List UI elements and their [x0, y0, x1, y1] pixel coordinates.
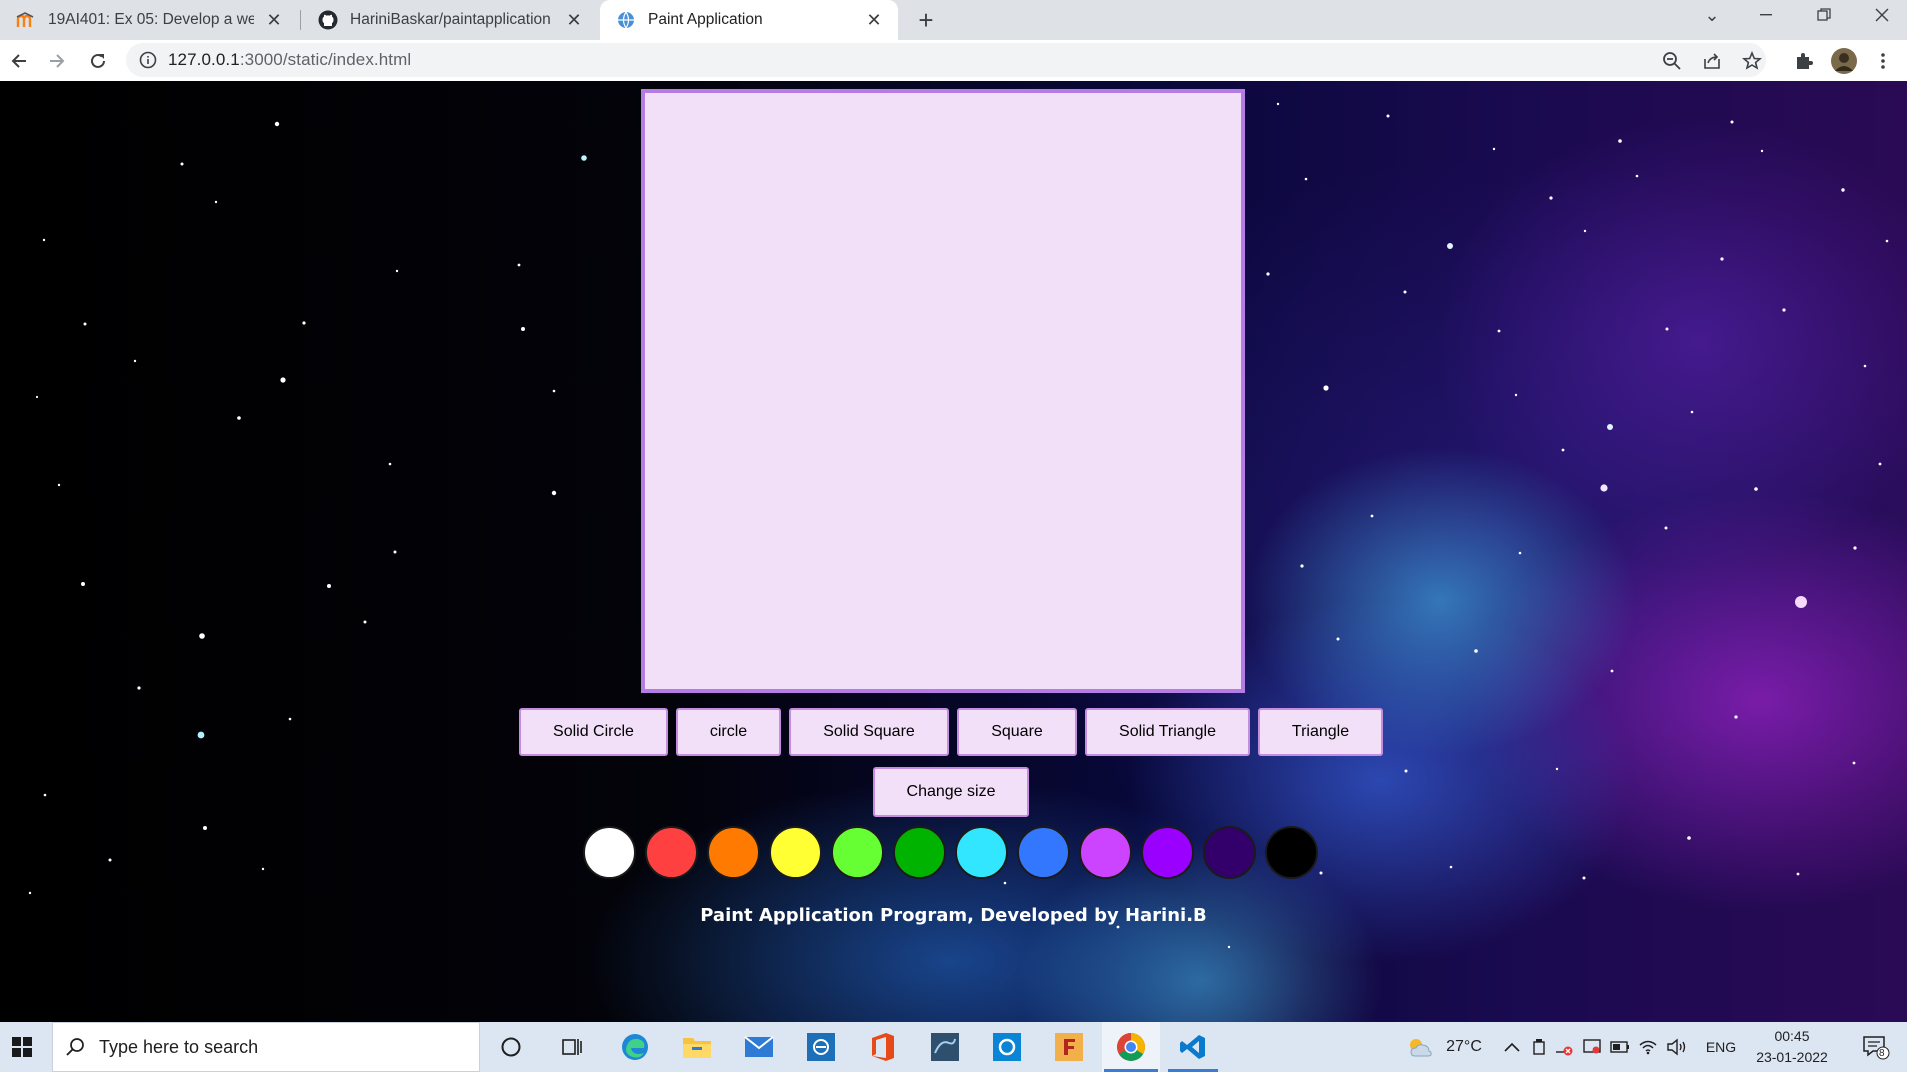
tab-moodle[interactable]: 19AI401: Ex 05: Develop a webpa ✕: [0, 0, 298, 40]
wifi-icon[interactable]: [1636, 1022, 1660, 1072]
battery-icon[interactable]: [1608, 1022, 1632, 1072]
color-swatch-white[interactable]: [583, 826, 636, 879]
tab-title: HariniBaskar/paintapplication: [350, 11, 551, 28]
address-bar[interactable]: 127.0.0.1:3000/static/index.html: [126, 43, 1766, 77]
edge-icon[interactable]: [610, 1022, 660, 1072]
search-placeholder: Type here to search: [99, 1036, 259, 1057]
reload-button[interactable]: [81, 44, 115, 78]
tab-divider: [300, 10, 301, 30]
change-size-button[interactable]: Change size: [873, 767, 1029, 817]
forward-button[interactable]: [40, 44, 74, 78]
tab-paint-application[interactable]: Paint Application ✕: [600, 0, 898, 40]
color-swatch-light-green[interactable]: [831, 826, 884, 879]
tab-strip: 19AI401: Ex 05: Develop a webpa ✕ Harini…: [0, 0, 1907, 40]
avatar[interactable]: [1827, 44, 1861, 78]
close-icon[interactable]: ✕: [560, 6, 588, 34]
chrome-icon[interactable]: [1102, 1022, 1160, 1072]
github-icon: [318, 10, 338, 30]
extensions-icon[interactable]: [1787, 44, 1821, 78]
restore-icon[interactable]: [1798, 0, 1850, 30]
star-icon[interactable]: [1735, 44, 1769, 78]
taskbar-search[interactable]: Type here to search: [52, 1022, 480, 1072]
color-swatch-red[interactable]: [645, 826, 698, 879]
back-button[interactable]: [2, 44, 36, 78]
solid-triangle-button[interactable]: Solid Triangle: [1085, 708, 1250, 756]
volume-icon[interactable]: [1664, 1022, 1690, 1072]
triangle-button[interactable]: Triangle: [1258, 708, 1383, 756]
browser-toolbar: 127.0.0.1:3000/static/index.html: [0, 40, 1907, 82]
tab-title: Paint Application: [648, 11, 763, 28]
security-icon[interactable]: [1580, 1022, 1604, 1072]
solid-square-button[interactable]: Solid Square: [789, 708, 949, 756]
share-icon[interactable]: [1695, 44, 1729, 78]
circle-button[interactable]: circle: [676, 708, 781, 756]
square-button[interactable]: Square: [957, 708, 1077, 756]
color-swatch-green[interactable]: [893, 826, 946, 879]
new-tab-button[interactable]: +: [912, 5, 940, 35]
close-icon[interactable]: ✕: [860, 6, 888, 34]
tab-search-icon[interactable]: ⌄: [1686, 0, 1738, 30]
app-icon-cortana-blue[interactable]: [982, 1022, 1032, 1072]
globe-icon: [616, 10, 636, 30]
color-swatch-indigo[interactable]: [1203, 826, 1256, 879]
file-explorer-icon[interactable]: [672, 1022, 722, 1072]
clock-date: 23-01-2022: [1756, 1049, 1828, 1065]
minimize-icon[interactable]: [1740, 0, 1792, 30]
footer-credit: Paint Application Program, Developed by …: [700, 905, 1207, 926]
url-path: :3000/static/index.html: [239, 50, 412, 69]
app-icon-blue-square[interactable]: [796, 1022, 846, 1072]
arrow-left-icon: [11, 54, 26, 68]
filezilla-icon[interactable]: [1044, 1022, 1094, 1072]
url-host: 127.0.0.1: [168, 50, 240, 69]
taskbar: Type here to search 27°C ENG 00:45 23-01…: [0, 1022, 1907, 1072]
usb-device-icon[interactable]: [1528, 1022, 1550, 1072]
arrow-right-icon: [50, 54, 65, 68]
menu-icon[interactable]: [1866, 44, 1900, 78]
color-swatch-violet[interactable]: [1141, 826, 1194, 879]
moodle-icon: [16, 10, 36, 30]
tab-title: 19AI401: Ex 05: Develop a webpa: [48, 11, 254, 28]
info-icon[interactable]: [138, 50, 158, 70]
clock-time: 00:45: [1774, 1028, 1810, 1044]
paint-canvas[interactable]: [641, 89, 1245, 693]
windows-start-icon[interactable]: [0, 1022, 44, 1072]
chevron-up-icon[interactable]: [1500, 1022, 1524, 1072]
reload-icon: [91, 53, 105, 68]
color-swatch-black[interactable]: [1265, 826, 1318, 879]
notification-count: 8: [1879, 1048, 1885, 1059]
notification-icon[interactable]: 8: [1854, 1022, 1898, 1072]
mail-icon[interactable]: [734, 1022, 784, 1072]
close-window-icon[interactable]: [1856, 0, 1907, 30]
close-icon[interactable]: ✕: [260, 6, 288, 34]
vscode-icon[interactable]: [1166, 1022, 1220, 1072]
color-swatch-yellow[interactable]: [769, 826, 822, 879]
color-swatch-orange[interactable]: [707, 826, 760, 879]
network-error-icon[interactable]: [1552, 1022, 1576, 1072]
weather-icon[interactable]: [1404, 1022, 1436, 1072]
weather-temp[interactable]: 27°C: [1438, 1022, 1490, 1072]
cortana-icon[interactable]: [488, 1022, 534, 1072]
tab-github[interactable]: HariniBaskar/paintapplication ✕: [302, 0, 598, 40]
clock[interactable]: 00:45 23-01-2022: [1752, 1026, 1832, 1068]
url-text: 127.0.0.1:3000/static/index.html: [168, 50, 411, 70]
office-icon[interactable]: [858, 1022, 908, 1072]
search-icon: [65, 1037, 85, 1057]
color-swatch-blue[interactable]: [1017, 826, 1070, 879]
page-background: Solid Circle circle Solid Square Square …: [0, 81, 1907, 1022]
task-view-icon[interactable]: [548, 1022, 594, 1072]
language-indicator[interactable]: ENG: [1696, 1022, 1746, 1072]
color-swatch-magenta[interactable]: [1079, 826, 1132, 879]
mysql-workbench-icon[interactable]: [920, 1022, 970, 1072]
zoom-icon[interactable]: [1655, 44, 1689, 78]
solid-circle-button[interactable]: Solid Circle: [519, 708, 668, 756]
color-swatch-cyan[interactable]: [955, 826, 1008, 879]
